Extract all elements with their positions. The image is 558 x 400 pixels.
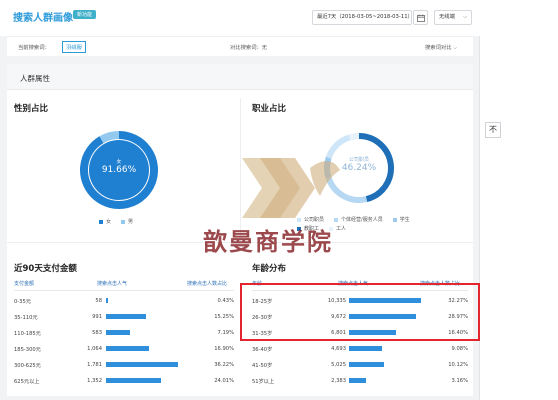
age-row-bar	[349, 362, 384, 367]
payment-table-row: 185-300元 1,064 16.90%	[14, 342, 234, 358]
section-title: 人群属性	[20, 74, 50, 83]
payment-row-bar	[106, 378, 161, 383]
payment-row-share: 36.22%	[214, 362, 234, 368]
age-row-label: 41-50岁	[252, 363, 273, 369]
occupation-legend-label: 学生	[399, 217, 410, 223]
payment-row-value: 1,352	[87, 378, 102, 384]
chevron-down-icon: ⌵	[463, 14, 467, 20]
watermark-text: 歆曼商学院	[203, 227, 333, 256]
page-title: 搜索人群画像	[13, 13, 73, 24]
gender-slice-1[interactable]	[99, 131, 120, 144]
terminal-select[interactable]: 无线端 ⌵	[434, 10, 472, 25]
gender-legend-swatch	[99, 219, 103, 224]
side-toggle-button[interactable]: 不	[485, 122, 501, 138]
highlight-box	[240, 283, 480, 341]
payment-row-bar	[106, 330, 130, 335]
payment-row-bar	[106, 346, 149, 351]
payment-row-label: 35-110元	[14, 315, 38, 321]
occupation-title: 职业占比	[252, 104, 287, 114]
terminal-label: 无线端	[439, 14, 455, 20]
gender-title: 性别占比	[14, 104, 49, 114]
gender-center-label: 女	[116, 159, 122, 165]
gender-legend: 女男	[99, 218, 143, 225]
payment-row-value: 1,064	[87, 346, 102, 352]
payment-row-label: 300-625元	[14, 363, 41, 369]
payment-row-share: 7.19%	[217, 330, 234, 336]
age-row-bar	[349, 346, 382, 351]
gender-legend-item-1[interactable]: 男	[121, 218, 133, 225]
age-title: 年龄分布	[252, 264, 287, 274]
current-term-tag[interactable]: 羽绒服	[62, 41, 86, 53]
payment-table-row: 625元以上 1,352 24.01%	[14, 374, 234, 390]
new-feature-badge: 新功能	[73, 10, 97, 19]
payment-table-row: 35-110元 991 15.25%	[14, 310, 234, 326]
age-table-row: 36-40岁 4,693 9.08%	[252, 342, 468, 358]
gender-center-value: 91.66%	[101, 165, 137, 175]
payment-row-bar	[106, 298, 109, 303]
right-side-panel	[480, 0, 558, 400]
compare-term-button[interactable]: 搜索词对比 ⌵	[425, 43, 457, 51]
age-row-label: 36-40岁	[252, 347, 273, 353]
payment-row-value: 1,781	[87, 362, 102, 368]
payment-col-clicks: 搜索点击人气	[97, 281, 128, 287]
age-table-row: 51岁以上 2,383 3.16%	[252, 374, 468, 390]
payment-table-row: 300-625元 1,781 36.22%	[14, 358, 234, 374]
payment-row-label: 625元以上	[14, 379, 40, 385]
age-row-value: 4,693	[331, 346, 346, 352]
payment-row-value: 991	[92, 314, 102, 320]
payment-row-bar	[106, 314, 147, 319]
payment-table-row: 110-185元 583 7.19%	[14, 326, 234, 342]
age-row-value: 5,025	[331, 362, 346, 368]
age-row-share: 10.12%	[448, 362, 468, 368]
occupation-slice-4[interactable]	[348, 133, 360, 141]
calendar-icon	[417, 14, 425, 22]
payment-title: 近90天支付金额	[14, 264, 77, 274]
current-term-label: 当前搜索词：	[18, 45, 50, 51]
age-row-share: 9.08%	[451, 346, 468, 352]
page-header: 搜索人群画像 新功能 最近7天（2018-03-05~2018-03-11） 无…	[0, 0, 480, 36]
compare-term-label: 对比搜索词：无	[230, 45, 268, 51]
section-header: 人群属性	[7, 64, 473, 90]
chevron-down-icon: ⌵	[453, 46, 457, 51]
payment-table-row: 0-35元 58 0.43%	[14, 294, 234, 310]
payment-row-share: 16.90%	[214, 346, 234, 352]
age-row-share: 3.16%	[451, 378, 468, 384]
age-row-label: 51岁以上	[252, 379, 275, 385]
calendar-button[interactable]	[413, 10, 428, 25]
payment-row-share: 15.25%	[214, 314, 234, 320]
payment-row-share: 0.43%	[217, 298, 234, 304]
search-term-bar: 当前搜索词： 羽绒服 对比搜索词：无 搜索词对比 ⌵	[7, 36, 473, 56]
payment-row-bar	[106, 362, 178, 367]
gender-legend-swatch	[121, 219, 126, 224]
date-range-select[interactable]: 最近7天（2018-03-05~2018-03-11）	[312, 10, 413, 25]
age-row-bar	[349, 378, 366, 383]
main-panel: 搜索人群画像 新功能 最近7天（2018-03-05~2018-03-11） 无…	[0, 0, 480, 400]
gender-legend-item-0[interactable]: 女	[99, 218, 111, 225]
payment-row-value: 58	[95, 298, 102, 304]
payment-row-label: 110-185元	[14, 331, 41, 337]
age-row-value: 2,383	[331, 378, 346, 384]
payment-row-share: 24.01%	[214, 378, 234, 384]
table-divider	[14, 290, 234, 291]
gender-legend-label: 男	[128, 219, 134, 225]
occupation-legend-swatch	[392, 217, 397, 222]
occupation-legend-item-2[interactable]: 学生	[392, 216, 410, 225]
compare-term-button-label: 搜索词对比	[425, 45, 452, 51]
payment-col-share: 搜索点击人数占比	[187, 281, 228, 287]
gender-legend-label: 女	[106, 219, 112, 225]
age-table-row: 41-50岁 5,025 10.12%	[252, 358, 468, 374]
payment-row-value: 583	[92, 330, 102, 336]
payment-row-label: 185-300元	[14, 347, 41, 353]
payment-row-label: 0-35元	[14, 299, 31, 305]
payment-col-amount: 支付金额	[14, 281, 35, 287]
